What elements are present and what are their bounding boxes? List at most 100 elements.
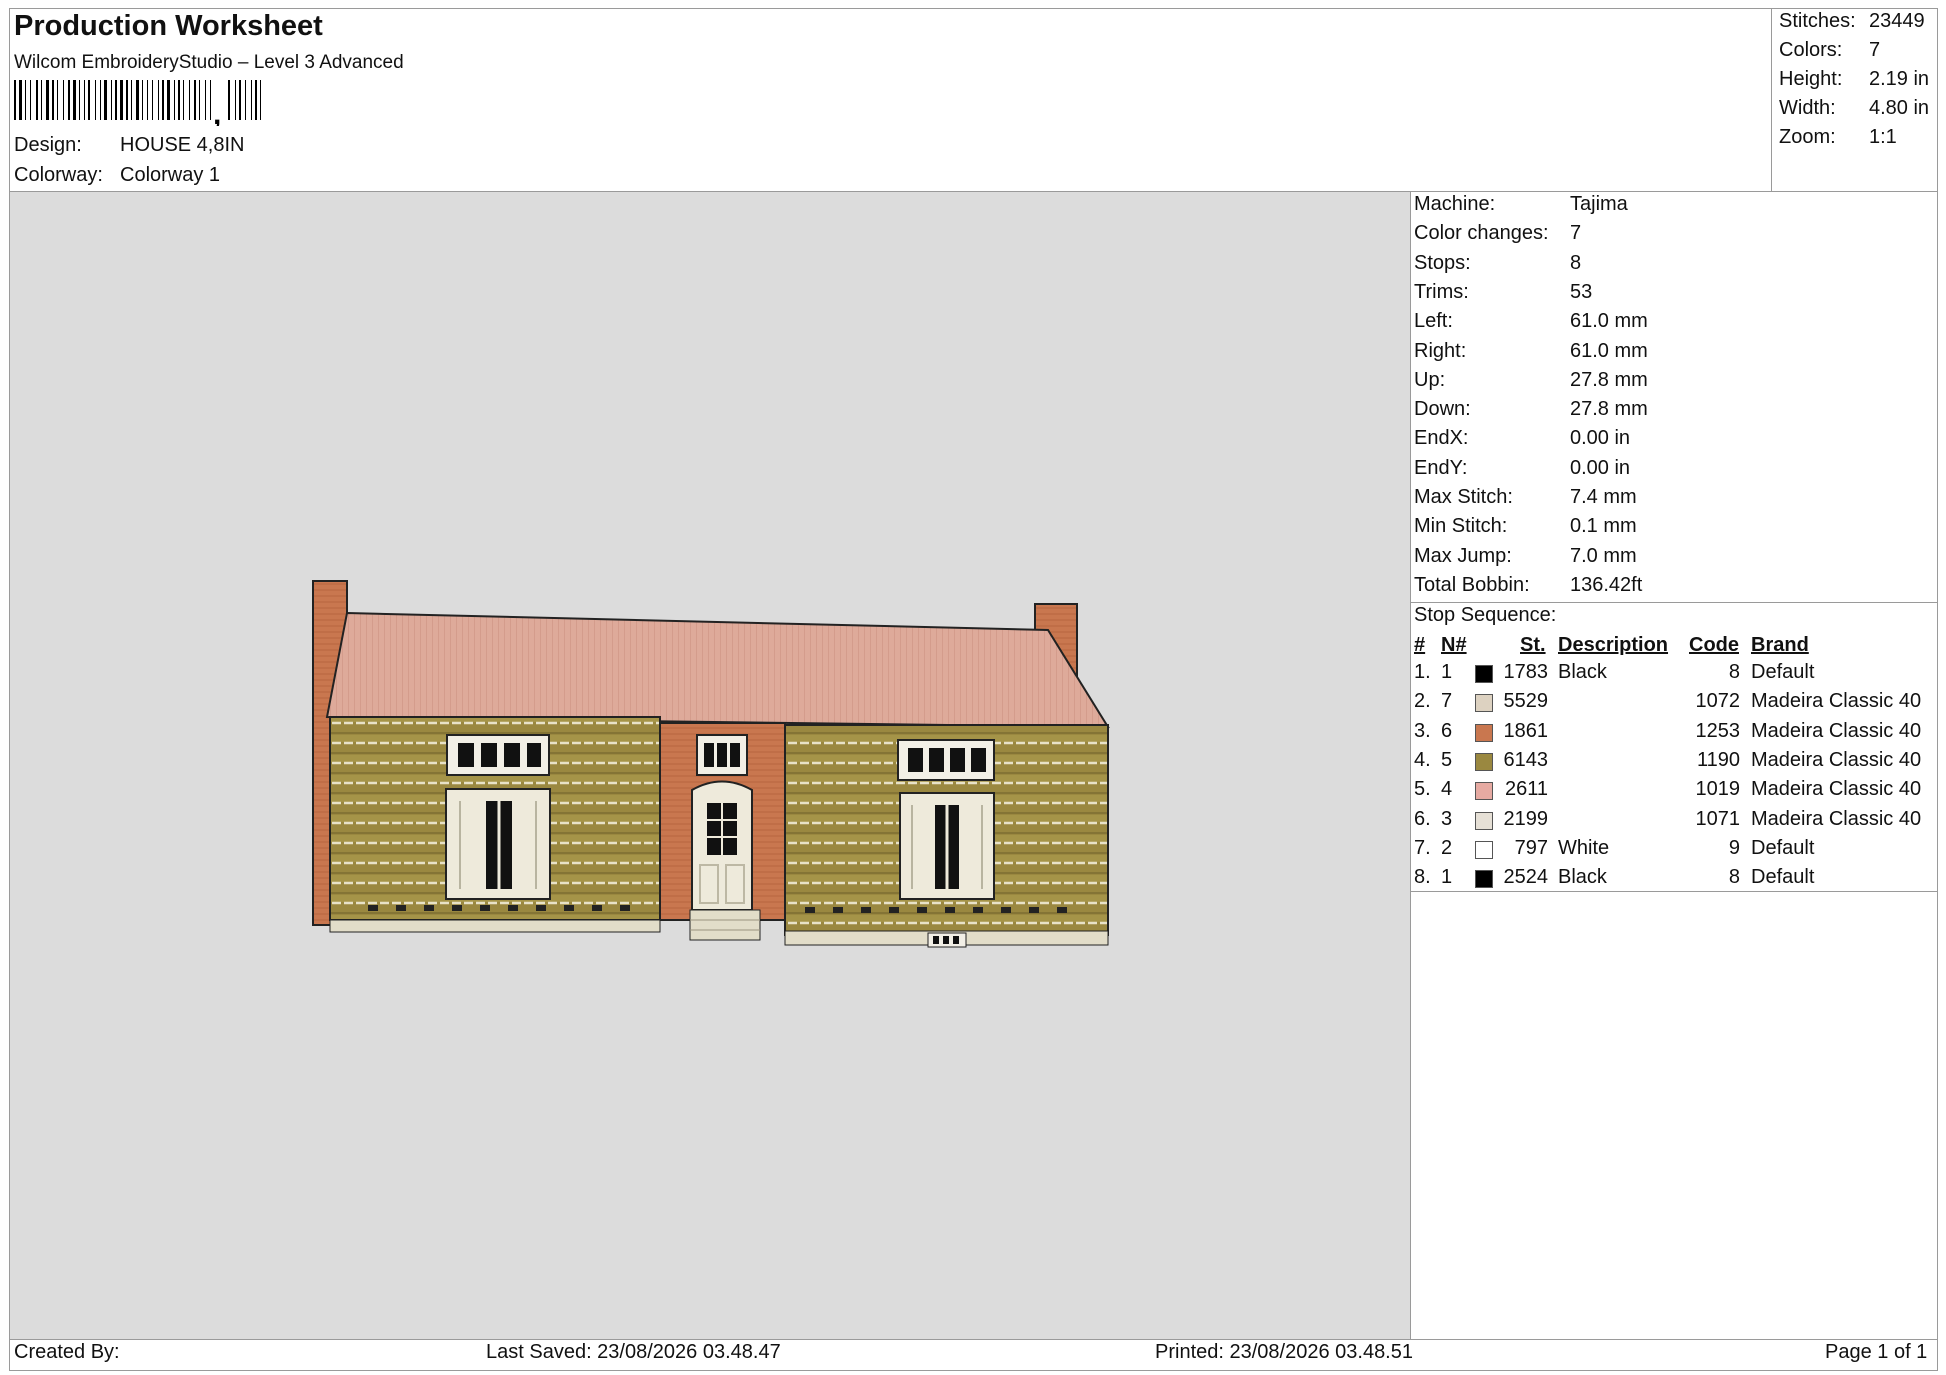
col-header-description: Description (1558, 634, 1669, 656)
seq-description: Black (1558, 866, 1607, 889)
seq-code: 8 (1728, 661, 1740, 683)
seq-needle: 3 (1441, 807, 1453, 830)
seq-needle: 2 (1441, 836, 1453, 859)
seq-num: 5. (1414, 778, 1431, 801)
machine-info-row: Color changes: 7 (1414, 222, 1581, 245)
seq-stitches: 5529 (1503, 690, 1549, 713)
seq-code: 9 (1728, 836, 1740, 859)
stat-value: 7 (1869, 39, 1881, 61)
machine-info-row: Min Stitch: 0.1 mm (1414, 515, 1637, 538)
machine-info-label: Max Stitch: (1414, 486, 1513, 508)
colorway-row: Colorway: Colorway 1 (14, 164, 220, 187)
machine-info-row: Left: 61.0 mm (1414, 310, 1648, 333)
stat-label: Colors: (1779, 39, 1843, 61)
design-value: HOUSE 4,8IN (120, 134, 245, 156)
seq-code: 1253 (1695, 719, 1741, 742)
seq-stitches: 1783 (1503, 661, 1549, 683)
upper-window-right (897, 739, 995, 781)
seq-needle: 5 (1441, 748, 1453, 771)
machine-info-row: Total Bobbin: 136.42ft (1414, 574, 1642, 597)
stat-row: Width: 4.80 in (1779, 97, 1929, 120)
machine-info-label: Up: (1414, 368, 1446, 391)
last-saved: Last Saved: 23/08/2026 03.48.47 (486, 1341, 781, 1363)
stat-label: Height: (1779, 68, 1843, 90)
foundation-left (329, 919, 661, 933)
lower-window-left (445, 788, 551, 900)
front-steps (689, 909, 761, 941)
seq-stitches: 6143 (1503, 748, 1549, 771)
upper-window-center (696, 734, 748, 776)
design-row: Design: HOUSE 4,8IN (14, 134, 244, 157)
machine-info-label: Total Bobbin: (1414, 573, 1530, 596)
seq-brand: Default (1751, 866, 1815, 889)
machine-info-row: Up: 27.8 mm (1414, 369, 1648, 392)
printed-date: Printed: 23/08/2026 03.48.51 (1155, 1341, 1413, 1363)
seq-description: Black (1558, 661, 1607, 683)
color-swatch (1475, 752, 1493, 771)
machine-info-label: Min Stitch: (1414, 515, 1508, 538)
seq-code: 1072 (1695, 690, 1741, 713)
seq-stitches: 2199 (1503, 807, 1549, 830)
seq-brand: Default (1751, 836, 1815, 859)
seq-num: 3. (1414, 719, 1431, 742)
page-title: Production Worksheet (14, 10, 323, 42)
col-header-brand: Brand (1751, 634, 1809, 656)
seq-num: 7. (1414, 836, 1431, 859)
created-by: Created By: (14, 1341, 120, 1363)
stat-value: 23449 (1869, 10, 1925, 32)
seq-brand: Default (1751, 661, 1815, 683)
stat-row: Stitches: 23449 (1779, 10, 1925, 33)
stop-sequence-title: Stop Sequence: (1414, 604, 1557, 626)
page-number: Page 1 of 1 (1825, 1341, 1928, 1363)
color-swatch (1475, 870, 1493, 889)
svg-text:,: , (213, 98, 221, 126)
machine-info-value: 0.00 in (1570, 427, 1631, 450)
colorway-label: Colorway: (14, 164, 103, 186)
machine-info-row: Right: 61.0 mm (1414, 340, 1648, 363)
machine-info-value: 27.8 mm (1570, 398, 1648, 421)
seq-brand: Madeira Classic 40 (1751, 748, 1922, 771)
machine-info-row: EndY: 0.00 in (1414, 457, 1630, 480)
lower-window-right (899, 792, 995, 900)
machine-info-value: 61.0 mm (1570, 339, 1648, 362)
col-header-st: St. (1520, 634, 1546, 656)
design-label: Design: (14, 134, 82, 156)
seq-needle: 7 (1441, 690, 1453, 713)
stat-label: Width: (1779, 97, 1836, 119)
machine-info-label: EndY: (1414, 456, 1468, 479)
software-subtitle: Wilcom EmbroideryStudio – Level 3 Advanc… (14, 52, 404, 73)
col-header-num: # (1414, 634, 1426, 656)
footer-bar (9, 1339, 1938, 1371)
stat-label: Stitches: (1779, 10, 1856, 32)
machine-info-label: Right: (1414, 339, 1467, 362)
front-door (691, 780, 753, 911)
seq-brand: Madeira Classic 40 (1751, 690, 1922, 713)
seq-needle: 1 (1441, 661, 1453, 683)
seq-stitches: 2611 (1504, 778, 1548, 801)
machine-info-label: Stops: (1414, 251, 1471, 274)
color-swatch (1475, 811, 1493, 830)
machine-info-row: Trims: 53 (1414, 281, 1592, 304)
machine-info-label: Trims: (1414, 280, 1469, 303)
machine-info-value: 0.1 mm (1570, 515, 1637, 538)
barcode-icon: , (14, 80, 261, 126)
machine-info-row: Max Jump: 7.0 mm (1414, 545, 1637, 568)
house-embroidery-design (312, 580, 1110, 948)
upper-window-left (446, 734, 550, 776)
col-header-code: Code (1689, 634, 1739, 656)
color-swatch (1475, 723, 1493, 742)
machine-info-value: 0.00 in (1570, 456, 1631, 479)
machine-info-label: EndX: (1414, 427, 1469, 450)
seq-brand: Madeira Classic 40 (1751, 778, 1922, 801)
seq-num: 6. (1414, 807, 1431, 830)
machine-info-label: Max Jump: (1414, 544, 1512, 567)
machine-info-label: Machine: (1414, 193, 1496, 215)
machine-info-row: Machine: Tajima (1414, 193, 1628, 216)
machine-info-row: EndX: 0.00 in (1414, 427, 1630, 450)
machine-info-value: 61.0 mm (1570, 310, 1648, 333)
seq-num: 1. (1414, 661, 1431, 683)
machine-info-row: Stops: 8 (1414, 252, 1581, 275)
stat-value: 1:1 (1869, 126, 1897, 148)
seq-code: 1019 (1695, 778, 1741, 801)
machine-info-value: 8 (1570, 251, 1582, 274)
